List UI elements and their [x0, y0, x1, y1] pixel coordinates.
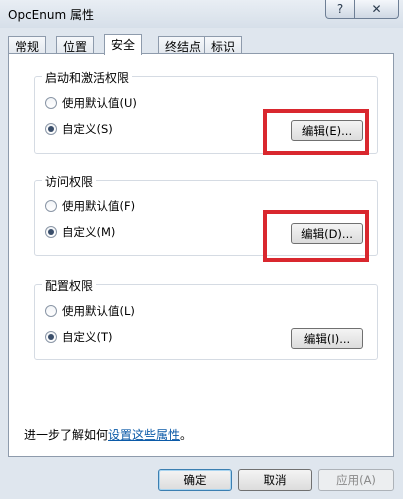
- radio-checked-icon: [45, 331, 57, 343]
- access-group: 访问权限 使用默认值(F) 自定义(M) 编辑(D)...: [34, 173, 378, 256]
- tab-security[interactable]: 安全: [104, 34, 143, 55]
- help-button[interactable]: ?: [325, 0, 355, 19]
- group-title: 配置权限: [42, 277, 97, 294]
- configuration-group: 配置权限 使用默认值(L) 自定义(T) 编辑(I)...: [34, 277, 378, 360]
- tab-identity[interactable]: 标识: [204, 36, 243, 54]
- radio-checked-icon: [45, 123, 57, 135]
- radio-label: 自定义(S): [62, 122, 113, 136]
- apply-button[interactable]: 应用(A): [318, 469, 394, 491]
- config-edit-button[interactable]: 编辑(I)...: [291, 328, 363, 349]
- close-button[interactable]: ✕: [355, 0, 399, 19]
- properties-help-link[interactable]: 设置这些属性: [108, 428, 180, 442]
- title-bar: OpcEnum 属性 ? ✕: [0, 0, 403, 28]
- launch-custom-radio[interactable]: 自定义(S): [45, 121, 113, 137]
- radio-label: 自定义(M): [62, 225, 116, 239]
- group-title: 访问权限: [42, 173, 97, 190]
- radio-label: 使用默认值(F): [62, 199, 136, 213]
- group-title: 启动和激活权限: [42, 69, 133, 86]
- launch-default-radio[interactable]: 使用默认值(U): [45, 95, 137, 111]
- access-custom-radio[interactable]: 自定义(M): [45, 224, 115, 240]
- caption-buttons: ? ✕: [325, 0, 399, 19]
- radio-unchecked-icon: [45, 200, 57, 212]
- tab-location[interactable]: 位置: [56, 36, 95, 54]
- tab-endpoints[interactable]: 终结点: [158, 36, 209, 54]
- ok-button[interactable]: 确定: [158, 469, 232, 491]
- cancel-button[interactable]: 取消: [238, 469, 312, 491]
- radio-label: 使用默认值(L): [62, 304, 135, 318]
- help-text-suffix: 。: [180, 428, 193, 442]
- close-icon: ✕: [371, 2, 382, 16]
- tab-general[interactable]: 常规: [8, 36, 47, 54]
- help-text-prefix: 进一步了解如何: [24, 428, 109, 442]
- help-text: 进一步了解如何设置这些属性。: [24, 426, 192, 443]
- radio-label: 使用默认值(U): [62, 96, 137, 110]
- radio-checked-icon: [45, 226, 57, 238]
- access-default-radio[interactable]: 使用默认值(F): [45, 198, 135, 214]
- window-title: OpcEnum 属性: [8, 8, 94, 22]
- launch-edit-button[interactable]: 编辑(E)...: [291, 120, 363, 141]
- security-panel: 启动和激活权限 使用默认值(U) 自定义(S) 编辑(E)... 访问权限 使用…: [8, 53, 394, 457]
- access-edit-button[interactable]: 编辑(D)...: [291, 223, 363, 244]
- radio-unchecked-icon: [45, 305, 57, 317]
- config-custom-radio[interactable]: 自定义(T): [45, 329, 113, 345]
- help-icon: ?: [336, 2, 344, 16]
- radio-unchecked-icon: [45, 97, 57, 109]
- radio-label: 自定义(T): [62, 330, 113, 344]
- config-default-radio[interactable]: 使用默认值(L): [45, 303, 135, 319]
- launch-activation-group: 启动和激活权限 使用默认值(U) 自定义(S) 编辑(E)...: [34, 69, 378, 154]
